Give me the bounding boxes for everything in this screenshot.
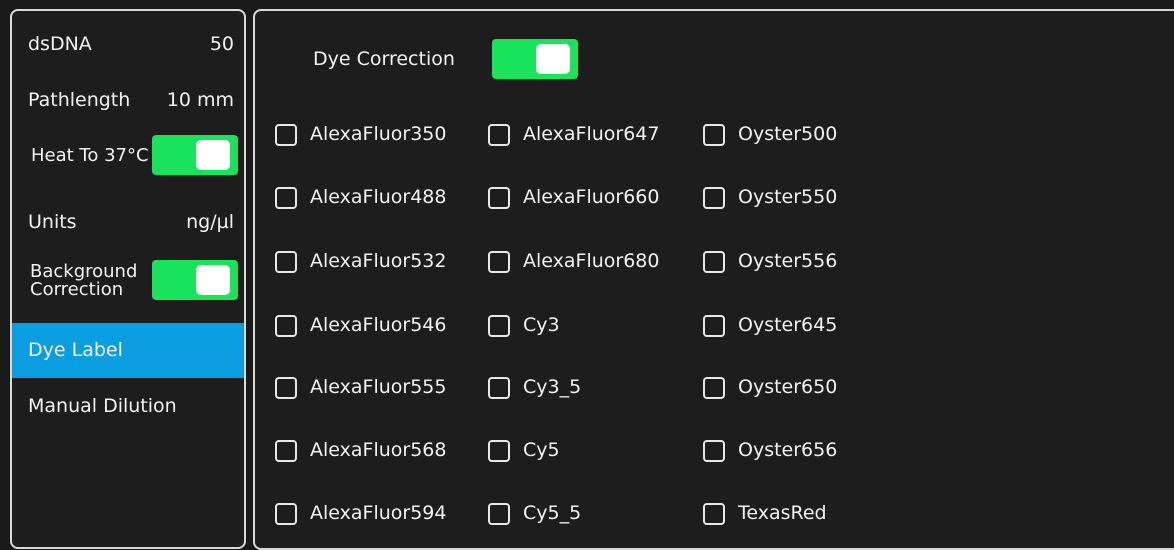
checkbox[interactable]	[703, 440, 725, 462]
checkbox[interactable]	[703, 124, 725, 146]
dye-name: AlexaFluor350	[310, 123, 447, 145]
checkbox[interactable]	[275, 440, 297, 462]
toggle-knob	[536, 44, 570, 74]
pathlength-label: Pathlength	[28, 89, 131, 111]
manual-dilution-label: Manual Dilution	[28, 395, 177, 417]
checkbox[interactable]	[488, 503, 510, 525]
pathlength-value: 10 mm	[166, 89, 234, 111]
background-correction-row: Background Correction	[14, 259, 244, 305]
dye-name: AlexaFluor647	[523, 123, 660, 145]
background-correction-toggle[interactable]	[152, 260, 238, 300]
checkbox[interactable]	[488, 315, 510, 337]
dye-name: Oyster645	[738, 314, 838, 336]
units-label: Units	[28, 211, 77, 233]
checkbox[interactable]	[275, 251, 297, 273]
heat-row: Heat To 37°C	[14, 135, 244, 177]
dye-name: Oyster500	[738, 123, 838, 145]
toggle-knob	[196, 140, 230, 170]
pathlength-row[interactable]: Pathlength 10 mm	[14, 89, 244, 119]
dye-label-label: Dye Label	[28, 339, 123, 361]
dsdna-label: dsDNA	[28, 33, 92, 55]
background-correction-label: Background Correction	[30, 263, 137, 299]
dsdna-value: 50	[209, 33, 234, 55]
dye-name: AlexaFluor568	[310, 439, 447, 461]
checkbox[interactable]	[275, 124, 297, 146]
checkbox[interactable]	[275, 315, 297, 337]
checkbox[interactable]	[488, 377, 510, 399]
checkbox[interactable]	[488, 440, 510, 462]
checkbox[interactable]	[703, 503, 725, 525]
checkbox[interactable]	[488, 124, 510, 146]
dye-name: Oyster556	[738, 250, 838, 272]
dye-correction-toggle[interactable]	[492, 39, 578, 79]
dye-name: AlexaFluor555	[310, 376, 447, 398]
checkbox[interactable]	[488, 251, 510, 273]
toggle-knob	[196, 265, 230, 295]
heat-label: Heat To 37°C	[31, 145, 149, 166]
dye-name: AlexaFluor546	[310, 314, 447, 336]
dye-panel: Dye Correction AlexaFluor350 AlexaFluor48…	[253, 9, 1174, 550]
checkbox[interactable]	[275, 503, 297, 525]
dsdna-row[interactable]: dsDNA 50	[14, 33, 244, 63]
checkbox[interactable]	[703, 187, 725, 209]
dye-name: Cy3	[523, 314, 560, 336]
checkbox[interactable]	[703, 315, 725, 337]
dye-name: Oyster656	[738, 439, 838, 461]
units-row[interactable]: Units ng/µl	[14, 211, 244, 241]
dye-name: Cy5	[523, 439, 560, 461]
dye-name: Oyster650	[738, 376, 838, 398]
dye-label-row[interactable]: Dye Label	[12, 323, 244, 378]
checkbox[interactable]	[275, 187, 297, 209]
dye-name: Oyster550	[738, 186, 838, 208]
dye-name: AlexaFluor680	[523, 250, 660, 272]
heat-toggle[interactable]	[152, 135, 238, 175]
settings-panel: dsDNA 50 Pathlength 10 mm Heat To 37°C U…	[10, 9, 246, 549]
checkbox[interactable]	[703, 377, 725, 399]
dye-correction-label: Dye Correction	[313, 48, 455, 70]
checkbox[interactable]	[703, 251, 725, 273]
checkbox[interactable]	[488, 187, 510, 209]
dye-name: TexasRed	[738, 502, 827, 524]
manual-dilution-row[interactable]: Manual Dilution	[14, 395, 244, 425]
dye-name: AlexaFluor488	[310, 186, 447, 208]
dye-name: AlexaFluor532	[310, 250, 447, 272]
dye-name: Cy5_5	[523, 502, 582, 524]
checkbox[interactable]	[275, 377, 297, 399]
background-correction-line2: Correction	[30, 279, 124, 300]
dye-name: AlexaFluor594	[310, 502, 447, 524]
dye-name: AlexaFluor660	[523, 186, 660, 208]
units-value: ng/µl	[186, 211, 234, 233]
dye-name: Cy3_5	[523, 376, 582, 398]
